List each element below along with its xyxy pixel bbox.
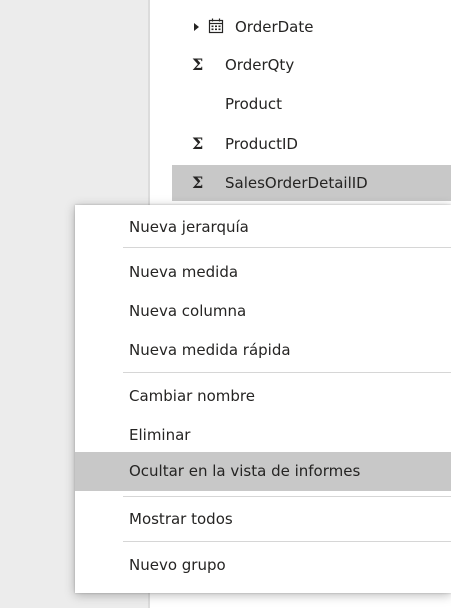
field-label: ProductID (225, 135, 298, 153)
menu-item-label: Cambiar nombre (129, 387, 255, 405)
field-productid[interactable]: Σ ProductID (172, 126, 451, 162)
expand-caret-icon[interactable] (194, 23, 199, 31)
context-menu: Nueva jerarquía Nueva medida Nueva colum… (75, 205, 451, 593)
menu-separator (123, 372, 451, 373)
menu-item-new-quick-measure[interactable]: Nueva medida rápida (75, 334, 451, 366)
menu-separator (123, 541, 451, 542)
menu-item-label: Nueva columna (129, 302, 247, 320)
field-label: SalesOrderDetailID (225, 174, 368, 192)
menu-item-new-column[interactable]: Nueva columna (75, 295, 451, 327)
field-salesorderdetailid[interactable]: Σ SalesOrderDetailID (172, 165, 451, 201)
menu-item-label: Nueva jerarquía (129, 218, 249, 236)
field-orderqty[interactable]: Σ OrderQty (172, 47, 451, 83)
field-label: OrderDate (235, 18, 314, 36)
field-label: OrderQty (225, 56, 295, 74)
menu-item-label: Eliminar (129, 426, 191, 444)
sigma-icon: Σ (192, 173, 204, 192)
menu-item-label: Nueva medida (129, 263, 239, 281)
menu-item-label: Ocultar en la vista de informes (129, 462, 361, 480)
menu-item-rename[interactable]: Cambiar nombre (75, 380, 451, 412)
menu-item-label: Nuevo grupo (129, 556, 226, 574)
field-product[interactable]: Product (172, 86, 451, 122)
sigma-icon: Σ (192, 55, 204, 74)
sigma-icon: Σ (192, 134, 204, 153)
menu-item-new-group[interactable]: Nuevo grupo (75, 549, 451, 581)
menu-separator (123, 247, 451, 248)
menu-item-new-hierarchy[interactable]: Nueva jerarquía (75, 211, 451, 243)
menu-item-delete[interactable]: Eliminar (75, 419, 451, 451)
field-label: Product (225, 95, 282, 113)
menu-item-label: Mostrar todos (129, 510, 233, 528)
calendar-icon (208, 18, 224, 34)
menu-item-label: Nueva medida rápida (129, 341, 291, 359)
menu-item-new-measure[interactable]: Nueva medida (75, 256, 451, 288)
menu-item-hide-in-report-view[interactable]: Ocultar en la vista de informes (75, 452, 451, 491)
menu-separator (123, 496, 451, 497)
menu-item-show-all[interactable]: Mostrar todos (75, 503, 451, 535)
field-orderdate[interactable]: OrderDate (172, 9, 451, 45)
